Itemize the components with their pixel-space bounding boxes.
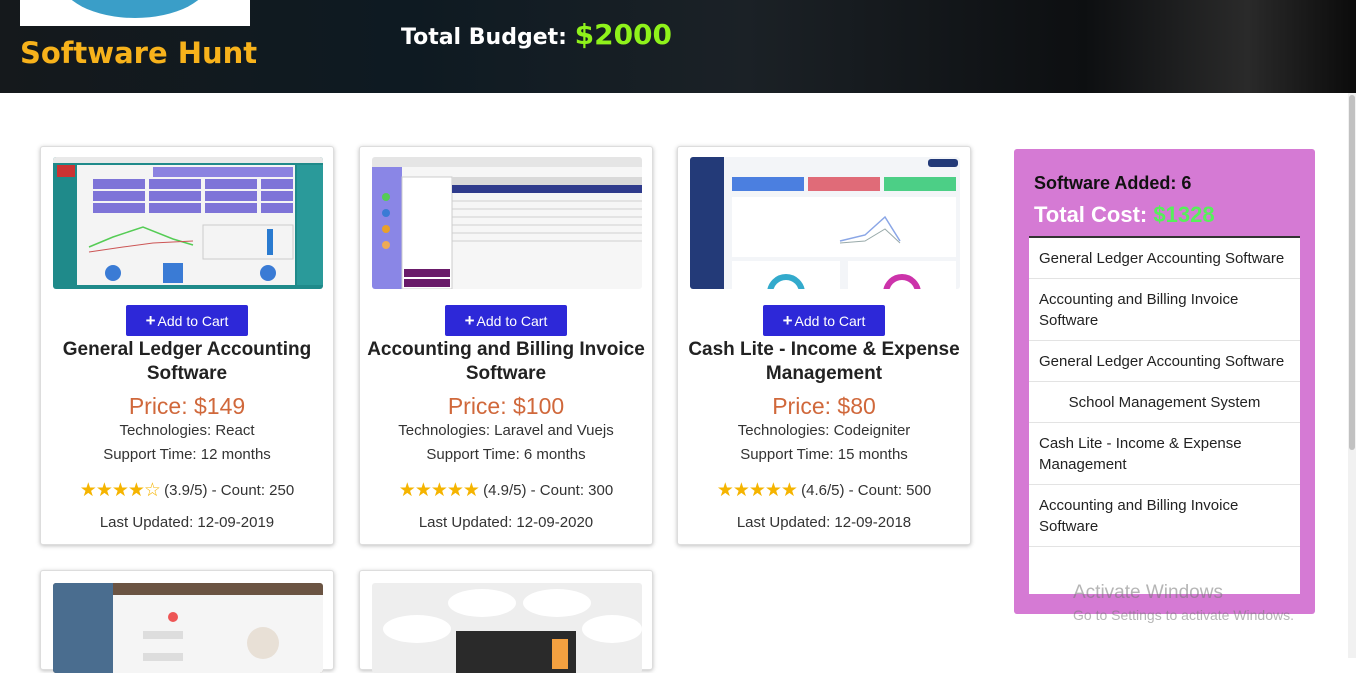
product-rating: ★★★★☆ (3.9/5) - Count: 250 [41,479,333,502]
site-header: Software Hunt Total Budget: $2000 [0,0,1356,93]
cart-item[interactable]: Cash Lite - Income & Expense Management [1029,423,1300,485]
add-to-cart-button[interactable]: + Add to Cart [763,305,885,336]
product-card: + Add to Cart Cash Lite - Income & Expens… [677,146,971,545]
product-technologies: Technologies: Laravel and Vuejs [398,422,614,439]
total-cost: Total Cost: $1328 [1034,202,1215,228]
add-to-cart-button[interactable]: + Add to Cart [126,305,248,336]
logo[interactable] [20,0,250,26]
product-rating: ★★★★★ (4.6/5) - Count: 500 [678,479,970,502]
product-rating: ★★★★★ (4.9/5) - Count: 300 [360,479,652,502]
activate-windows-watermark: Activate Windows Go to Settings to activ… [1073,582,1294,623]
product-price: Price: $149 [128,393,246,419]
product-screenshot [690,157,960,289]
product-card: + Add to Cart General Ledger Accounting S… [40,146,334,545]
product-title: Cash Lite - Income & Expense Management [688,339,960,384]
star-rating-icon: ★★★★★ [398,480,480,501]
software-added-count: Software Added: 6 [1034,173,1192,193]
product-screenshot [53,583,323,673]
product-price: Price: $100 [447,393,565,419]
total-cost-value: $1328 [1153,202,1215,227]
product-title: General Ledger Accounting Software [62,339,312,384]
plus-icon: + [464,311,475,330]
watermark-title: Activate Windows [1073,582,1223,603]
product-last-updated: Last Updated: 12-09-2018 [736,514,912,531]
product-card [40,570,334,673]
cart-item[interactable]: Accounting and Billing Invoice Software [1029,485,1300,547]
star-rating-icon: ★★★★☆ [79,480,161,501]
rating-text: (4.6/5) - Count: 500 [801,482,932,499]
product-last-updated: Last Updated: 12-09-2020 [418,514,594,531]
product-card: + Add to Cart Accounting and Billing Invo… [359,146,653,545]
cart-item[interactable]: General Ledger Accounting Software [1029,341,1300,382]
plus-icon: + [145,311,156,330]
product-technologies: Technologies: React [119,422,255,439]
budget-value: $2000 [574,18,673,51]
product-screenshot [53,157,323,289]
product-last-updated: Last Updated: 12-09-2019 [99,514,275,531]
plus-icon: + [782,311,793,330]
cart-item[interactable]: School Management System [1029,382,1300,423]
page-scrollbar[interactable] [1348,93,1356,658]
rating-text: (4.9/5) - Count: 300 [483,482,614,499]
budget-label: Total Budget: [401,25,567,50]
product-title: Accounting and Billing Invoice Software [367,339,645,384]
watermark-subtitle: Go to Settings to activate Windows. [1073,607,1294,623]
star-rating-icon: ★★★★★ [716,480,798,501]
product-screenshot [372,583,642,673]
cart-panel: Software Added: 6 Total Cost: $1328 Gene… [1014,149,1315,614]
product-screenshot [372,157,642,289]
brand-title: Software Hunt [20,36,258,70]
product-support-time: Support Time: 12 months [103,446,271,463]
rating-text: (3.9/5) - Count: 250 [164,482,295,499]
total-budget: Total Budget: $2000 [401,18,672,51]
scrollbar-thumb[interactable] [1349,95,1355,450]
total-cost-label: Total Cost: [1034,202,1148,227]
product-card [359,570,653,673]
product-technologies: Technologies: Codeigniter [737,422,911,439]
product-support-time: Support Time: 6 months [426,446,586,463]
add-to-cart-button[interactable]: + Add to Cart [445,305,567,336]
cart-item[interactable]: Accounting and Billing Invoice Software [1029,279,1300,341]
product-price: Price: $80 [772,393,876,419]
cart-items-list: General Ledger Accounting Software Accou… [1029,236,1300,594]
cart-item[interactable]: General Ledger Accounting Software [1029,238,1300,279]
product-support-time: Support Time: 15 months [740,446,908,463]
